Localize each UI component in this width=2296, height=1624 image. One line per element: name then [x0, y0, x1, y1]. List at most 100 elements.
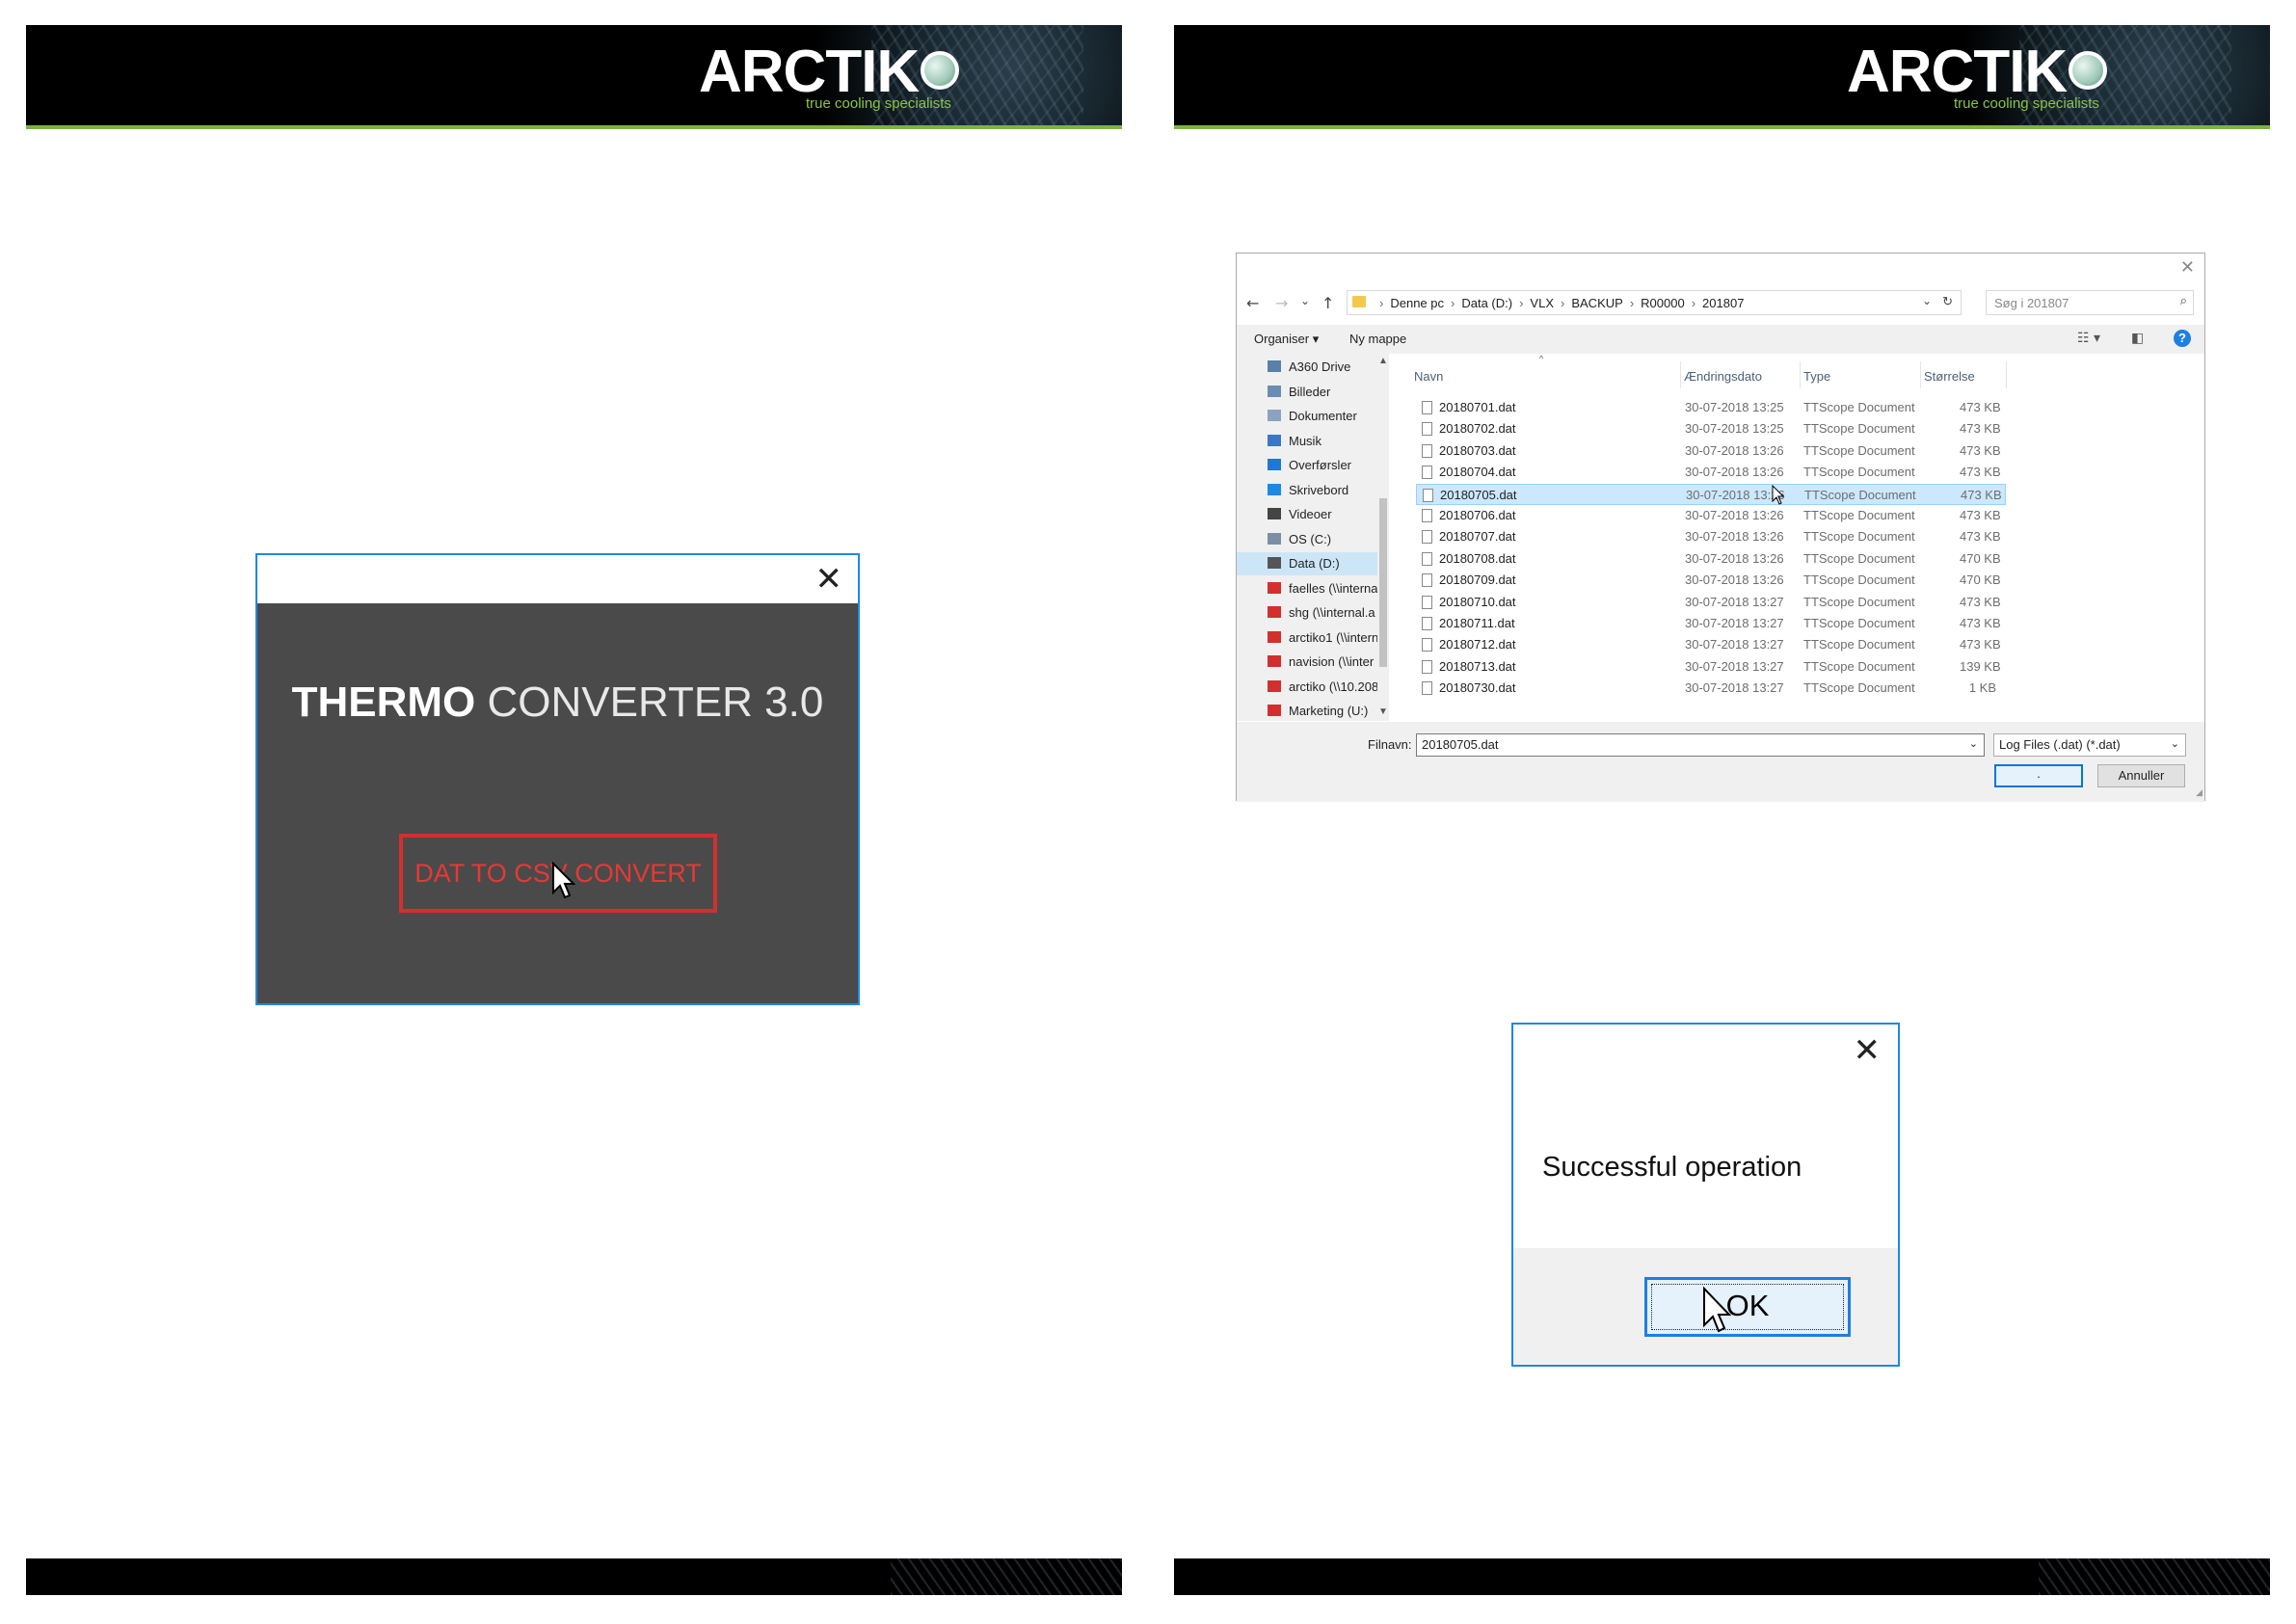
file-row[interactable]: 20180713.dat 30-07-2018 13:27 TTScope Docu…	[1416, 656, 2006, 678]
breadcrumb-item[interactable]: BACKUP	[1571, 296, 1622, 310]
sidebar-item[interactable]: Data (D:)	[1237, 552, 1377, 575]
sidebar-item[interactable]: Dokumenter	[1268, 405, 1383, 428]
file-icon	[1422, 466, 1432, 480]
sidebar-item[interactable]: Musik	[1268, 430, 1383, 453]
cloud-icon	[1268, 360, 1281, 372]
folder-icon	[1352, 296, 1366, 307]
file-row[interactable]: 20180702.dat 30-07-2018 13:25 TTScope Docu…	[1416, 418, 2006, 439]
sidebar-item-label: Skrivebord	[1289, 482, 1349, 497]
file-row[interactable]: 20180705.dat 30-07-2018 13:26 TTScope Docu…	[1416, 483, 2006, 505]
chevron-right-icon[interactable]: ›	[1630, 296, 1634, 310]
globe-icon	[921, 51, 960, 90]
up-arrow-icon[interactable]: ↑	[1322, 294, 1334, 312]
breadcrumb-item[interactable]: Data (D:)	[1461, 296, 1512, 310]
breadcrumb-item[interactable]: Denne pc	[1390, 296, 1444, 310]
search-input[interactable]: Søg i 201807 ⌕	[1986, 290, 2194, 315]
chevron-down-icon[interactable]: ⌄	[1922, 294, 1932, 307]
file-date: 30-07-2018 13:25	[1685, 421, 1784, 437]
close-icon[interactable]: ✕	[815, 563, 843, 596]
chevron-down-icon[interactable]: ⌄	[2171, 737, 2179, 750]
file-row[interactable]: 20180701.dat 30-07-2018 13:25 TTScope Docu…	[1416, 397, 2006, 418]
resize-grip-icon[interactable]: ◢	[2196, 787, 2203, 798]
sidebar-item-label: OS (C:)	[1289, 531, 1332, 546]
network-drive-icon	[1268, 705, 1281, 716]
chevron-down-icon[interactable]: ⌄	[1969, 737, 1978, 750]
column-header-type[interactable]: Type	[1803, 369, 1830, 384]
breadcrumb-item[interactable]: VLX	[1530, 296, 1554, 310]
sidebar-item[interactable]: arctiko1 (\\intern	[1268, 626, 1383, 650]
preview-pane-icon[interactable]: ◧	[2131, 331, 2144, 346]
chevron-right-icon[interactable]: ›	[1379, 296, 1383, 310]
column-header-name[interactable]: Navn	[1414, 369, 1443, 384]
recent-locations-icon[interactable]: ⌄	[1300, 294, 1310, 307]
sidebar-item[interactable]: OS (C:)	[1268, 528, 1383, 551]
file-row[interactable]: 20180706.dat 30-07-2018 13:26 TTScope Docu…	[1416, 505, 2006, 526]
view-options-icon[interactable]: ☷ ▾	[2077, 331, 2100, 346]
file-date: 30-07-2018 13:26	[1685, 442, 1784, 458]
file-row[interactable]: 20180711.dat 30-07-2018 13:27 TTScope Docu…	[1416, 613, 2006, 634]
scrollbar-thumb[interactable]	[1379, 498, 1387, 667]
column-header-date[interactable]: Ændringsdato	[1684, 369, 1762, 384]
close-icon[interactable]: ✕	[2180, 257, 2195, 278]
close-icon[interactable]: ✕	[1854, 1034, 1882, 1067]
chevron-right-icon[interactable]: ›	[1561, 296, 1564, 310]
breadcrumb-item[interactable]: 201807	[1702, 296, 1744, 310]
file-size: 473 KB	[1960, 616, 2001, 630]
file-name: 20180730.dat	[1439, 680, 1516, 696]
filetype-select[interactable]: Log Files (.dat) (*.dat) ⌄	[1993, 733, 2186, 757]
back-arrow-icon[interactable]: ←	[1246, 294, 1259, 312]
column-header-size[interactable]: Størrelse	[1924, 369, 1975, 384]
cancel-button[interactable]: Annuller	[2097, 764, 2185, 787]
file-row[interactable]: 20180708.dat 30-07-2018 13:26 TTScope Docu…	[1416, 548, 2006, 570]
file-name: 20180705.dat	[1440, 487, 1517, 502]
open-button[interactable]: ·	[1994, 764, 2083, 787]
sidebar-item[interactable]: arctiko (\\10.208	[1268, 676, 1383, 699]
file-row[interactable]: 20180707.dat 30-07-2018 13:26 TTScope Docu…	[1416, 526, 2006, 547]
network-drive-icon	[1268, 581, 1281, 594]
forward-arrow-icon[interactable]: →	[1275, 294, 1288, 312]
sidebar-item[interactable]: navision (\\inter	[1268, 651, 1383, 674]
file-icon	[1422, 681, 1432, 696]
column-divider	[1800, 361, 1801, 388]
sidebar-item[interactable]: faelles (\\interna	[1268, 577, 1383, 600]
file-row[interactable]: 20180712.dat 30-07-2018 13:27 TTScope Docu…	[1416, 634, 2006, 655]
sidebar-item[interactable]: A360 Drive	[1268, 356, 1383, 379]
sidebar-item[interactable]: shg (\\internal.a	[1268, 601, 1383, 625]
music-icon	[1268, 434, 1281, 446]
scroll-down-icon[interactable]: ▼	[1378, 706, 1388, 717]
sidebar-item[interactable]: Overførsler	[1268, 454, 1383, 477]
filename-input[interactable]: 20180705.dat ⌄	[1416, 733, 1985, 757]
file-date: 30-07-2018 13:27	[1685, 658, 1784, 674]
chevron-right-icon[interactable]: ›	[1692, 296, 1695, 310]
breadcrumb-item[interactable]: R00000	[1641, 296, 1685, 310]
sidebar-scrollbar[interactable]: ▲ ▼	[1377, 354, 1389, 721]
file-date: 30-07-2018 13:27	[1685, 616, 1784, 630]
sidebar-item[interactable]: Billeder	[1268, 381, 1383, 404]
organize-button[interactable]: Organiser ▾	[1254, 332, 1319, 347]
file-date: 30-07-2018 13:27	[1685, 680, 1784, 696]
file-row[interactable]: 20180703.dat 30-07-2018 13:26 TTScope Docu…	[1416, 440, 2006, 462]
file-row[interactable]: 20180704.dat 30-07-2018 13:26 TTScope Docu…	[1416, 462, 2006, 483]
scroll-up-icon[interactable]: ▲	[1378, 356, 1388, 366]
file-row[interactable]: 20180710.dat 30-07-2018 13:27 TTScope Docu…	[1416, 592, 2006, 613]
help-icon[interactable]: ?	[2174, 330, 2191, 347]
file-size: 473 KB	[1961, 487, 2002, 502]
sidebar-item[interactable]: Skrivebord	[1268, 479, 1383, 502]
address-bar[interactable]: › Denne pc › Data (D:) › VLX › BACKUP › R00000 › 20…	[1347, 290, 1962, 315]
sidebar-item[interactable]: Marketing (U:)	[1268, 700, 1383, 721]
app-title-rest: CONVERTER 3.0	[475, 679, 824, 726]
chevron-right-icon[interactable]: ›	[1451, 296, 1455, 310]
column-divider	[2006, 361, 2007, 388]
chevron-right-icon[interactable]: ›	[1519, 296, 1523, 310]
new-folder-button[interactable]: Ny mappe	[1349, 332, 1406, 346]
ok-button[interactable]: OK	[1644, 1277, 1851, 1337]
file-size: 473 KB	[1960, 508, 2001, 522]
sidebar-item[interactable]: Videoer	[1268, 503, 1383, 526]
network-drive-icon	[1268, 655, 1281, 667]
sidebar-item-label: A360 Drive	[1289, 359, 1351, 374]
file-type: TTScope Document	[1803, 442, 1915, 458]
tagline: true cooling specialists	[1954, 95, 2099, 112]
file-row[interactable]: 20180730.dat 30-07-2018 13:27 TTScope Docu…	[1416, 678, 2006, 699]
file-row[interactable]: 20180709.dat 30-07-2018 13:26 TTScope Docu…	[1416, 570, 2006, 591]
refresh-icon[interactable]: ↻	[1942, 294, 1953, 309]
